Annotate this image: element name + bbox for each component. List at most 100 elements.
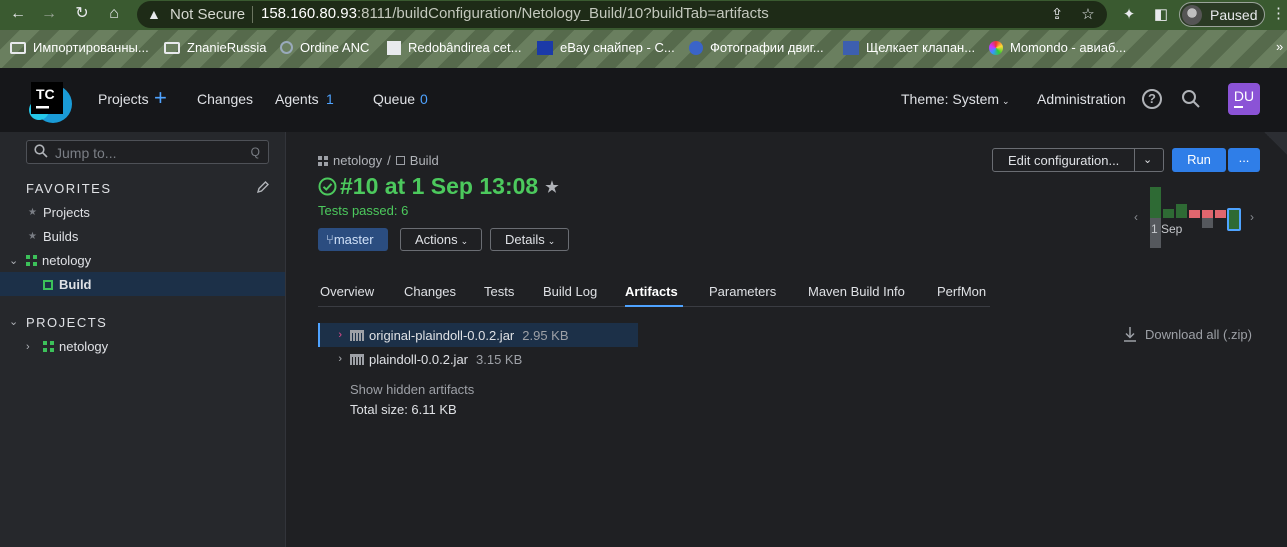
list-item[interactable]: › original-plaindoll-0.0.2.jar 2.95 KB [318,323,638,347]
sidebar-item-build[interactable]: Build [43,277,92,292]
bookmark-item[interactable]: Щелкает клапан... [843,40,975,55]
bookmark-item[interactable]: Фотографии двиг... [689,40,824,55]
tab-build-log[interactable]: Build Log [543,284,597,299]
favorite-star-icon[interactable]: ★ [545,178,558,196]
nav-queue[interactable]: Queue [373,91,415,107]
folder-icon [10,41,26,54]
sidebar-item-label: Projects [42,205,90,220]
search-icon[interactable] [1181,89,1201,109]
divider [1134,149,1135,171]
site-icon [843,40,859,55]
tests-status[interactable]: Tests passed: 6 [318,203,408,218]
artifact-name[interactable]: plaindoll-0.0.2.jar [369,352,468,367]
bookmark-item[interactable]: Redobândirea cet... [387,40,521,55]
bookmark-item[interactable]: Ordine ANC [280,40,369,55]
bookmark-label: Redobândirea cet... [408,40,522,55]
run-options-button[interactable]: ... [1228,148,1260,172]
jump-shortcut: Q [250,145,260,159]
tab-changes[interactable]: Changes [404,284,456,299]
edit-configuration-button[interactable]: Edit configuration... ⌄ [992,148,1164,172]
details-button[interactable]: Details ⌄ [490,228,569,251]
url-text[interactable]: 158.160.80.93:8111/buildConfiguration/Ne… [261,5,769,22]
nav-changes[interactable]: Changes [197,91,253,107]
user-initials: DU [1233,88,1255,104]
chevron-down-icon: ⌄ [1002,96,1010,106]
chevron-down-icon[interactable]: ⌄ [9,254,21,267]
download-all-link[interactable]: Download all (.zip) [1123,326,1252,342]
tab-parameters[interactable]: Parameters [709,284,776,299]
star-icon: ★ [28,231,37,242]
bookmark-label: Фотографии двиг... [710,40,824,55]
jump-to-input[interactable]: Jump to... Q [26,140,269,164]
search-icon [34,144,48,158]
favorites-title: FAVORITES [26,181,112,196]
tab-overview[interactable]: Overview [320,284,374,299]
sidebar-item-builds[interactable]: ★ Builds [28,229,78,244]
chevron-right-icon[interactable]: › [320,353,342,365]
extensions-icon[interactable]: ✦ [1118,4,1140,26]
history-bar[interactable] [1215,210,1226,218]
chevron-down-icon[interactable]: ⌄ [9,315,21,328]
history-bar[interactable] [1163,209,1174,218]
chevron-right-icon[interactable]: › [320,329,342,341]
bookmark-item[interactable]: Momondo - авиаб... [989,40,1126,55]
breadcrumb-project[interactable]: netology [333,153,382,168]
nav-administration[interactable]: Administration [1037,91,1126,107]
bookmark-label: ZnanieRussia [187,40,267,55]
reload-icon[interactable]: ↻ [72,4,92,24]
chevron-down-icon[interactable]: ⌄ [1143,153,1152,166]
theme-selector[interactable]: Theme: System ⌄ [901,91,1010,107]
history-bar[interactable] [1176,204,1187,218]
sidebar-item-label: Builds [42,229,79,244]
run-button[interactable]: Run [1172,148,1226,172]
address-bar[interactable]: ▲ Not Secure 158.160.80.93:8111/buildCon… [137,1,1107,28]
artifact-name[interactable]: original-plaindoll-0.0.2.jar [369,328,514,343]
back-icon[interactable]: ← [8,4,28,24]
bookmark-item[interactable]: eBay снайпер - C... [537,40,675,55]
user-avatar[interactable]: DU [1228,83,1260,115]
jar-icon [350,353,364,365]
chevron-right-icon[interactable]: › [1250,210,1254,224]
add-project-icon[interactable]: + [154,86,167,110]
forward-icon[interactable]: → [39,4,59,24]
tab-artifacts[interactable]: Artifacts [625,284,678,299]
bookmark-item[interactable]: Импортированны... [10,40,149,55]
history-bar[interactable] [1202,210,1213,218]
history-bar[interactable] [1189,210,1200,218]
history-bar[interactable] [1150,187,1161,218]
queue-count: 0 [420,91,428,107]
nav-agents[interactable]: Agents [275,91,319,107]
bookmark-item[interactable]: ZnanieRussia [164,40,267,55]
sidepanel-icon[interactable]: ◧ [1150,4,1172,26]
chevron-right-icon[interactable]: › [26,341,38,353]
show-hidden-artifacts-link[interactable]: Show hidden artifacts [350,382,474,397]
breadcrumb: netology / Build [318,153,439,168]
edit-pencil-icon[interactable] [256,180,270,194]
profile-button[interactable]: Paused [1179,2,1265,27]
bookmarks-overflow-button[interactable]: » [1276,39,1283,54]
bookmarks-bar: Импортированны... ZnanieRussia Ordine AN… [0,30,1287,68]
total-size: Total size: 6.11 KB [350,402,457,417]
help-icon[interactable]: ? [1142,89,1162,109]
actions-button[interactable]: Actions ⌄ [400,228,482,251]
menu-icon[interactable]: ⋮ [1271,4,1286,22]
branch-badge[interactable]: ⑂master [318,228,388,251]
sidebar-item-project-netology[interactable]: › netology [26,339,108,354]
history-bar-selected[interactable] [1227,208,1241,231]
sidebar-item-projects[interactable]: ★ Projects [28,205,90,220]
bookmark-label: Momondo - авиаб... [1010,40,1127,55]
home-icon[interactable]: ⌂ [104,4,124,24]
tab-tests[interactable]: Tests [484,284,514,299]
chevron-left-icon[interactable]: ‹ [1134,210,1138,224]
breadcrumb-build[interactable]: Build [410,153,439,168]
list-item[interactable]: › plaindoll-0.0.2.jar 3.15 KB [318,347,638,371]
teamcity-logo[interactable]: TC [27,78,75,124]
build-history-chart: ‹ › 1 Sep [1134,182,1259,252]
nav-projects[interactable]: Projects [98,91,149,107]
bookmark-star-icon[interactable]: ☆ [1078,5,1098,25]
tab-maven-build-info[interactable]: Maven Build Info [808,284,905,299]
details-label: Details [505,232,545,247]
sidebar-item-netology[interactable]: ⌄ netology [9,253,91,268]
share-icon[interactable]: ⇪ [1047,5,1067,25]
tab-perfmon[interactable]: PerfMon [937,284,986,299]
